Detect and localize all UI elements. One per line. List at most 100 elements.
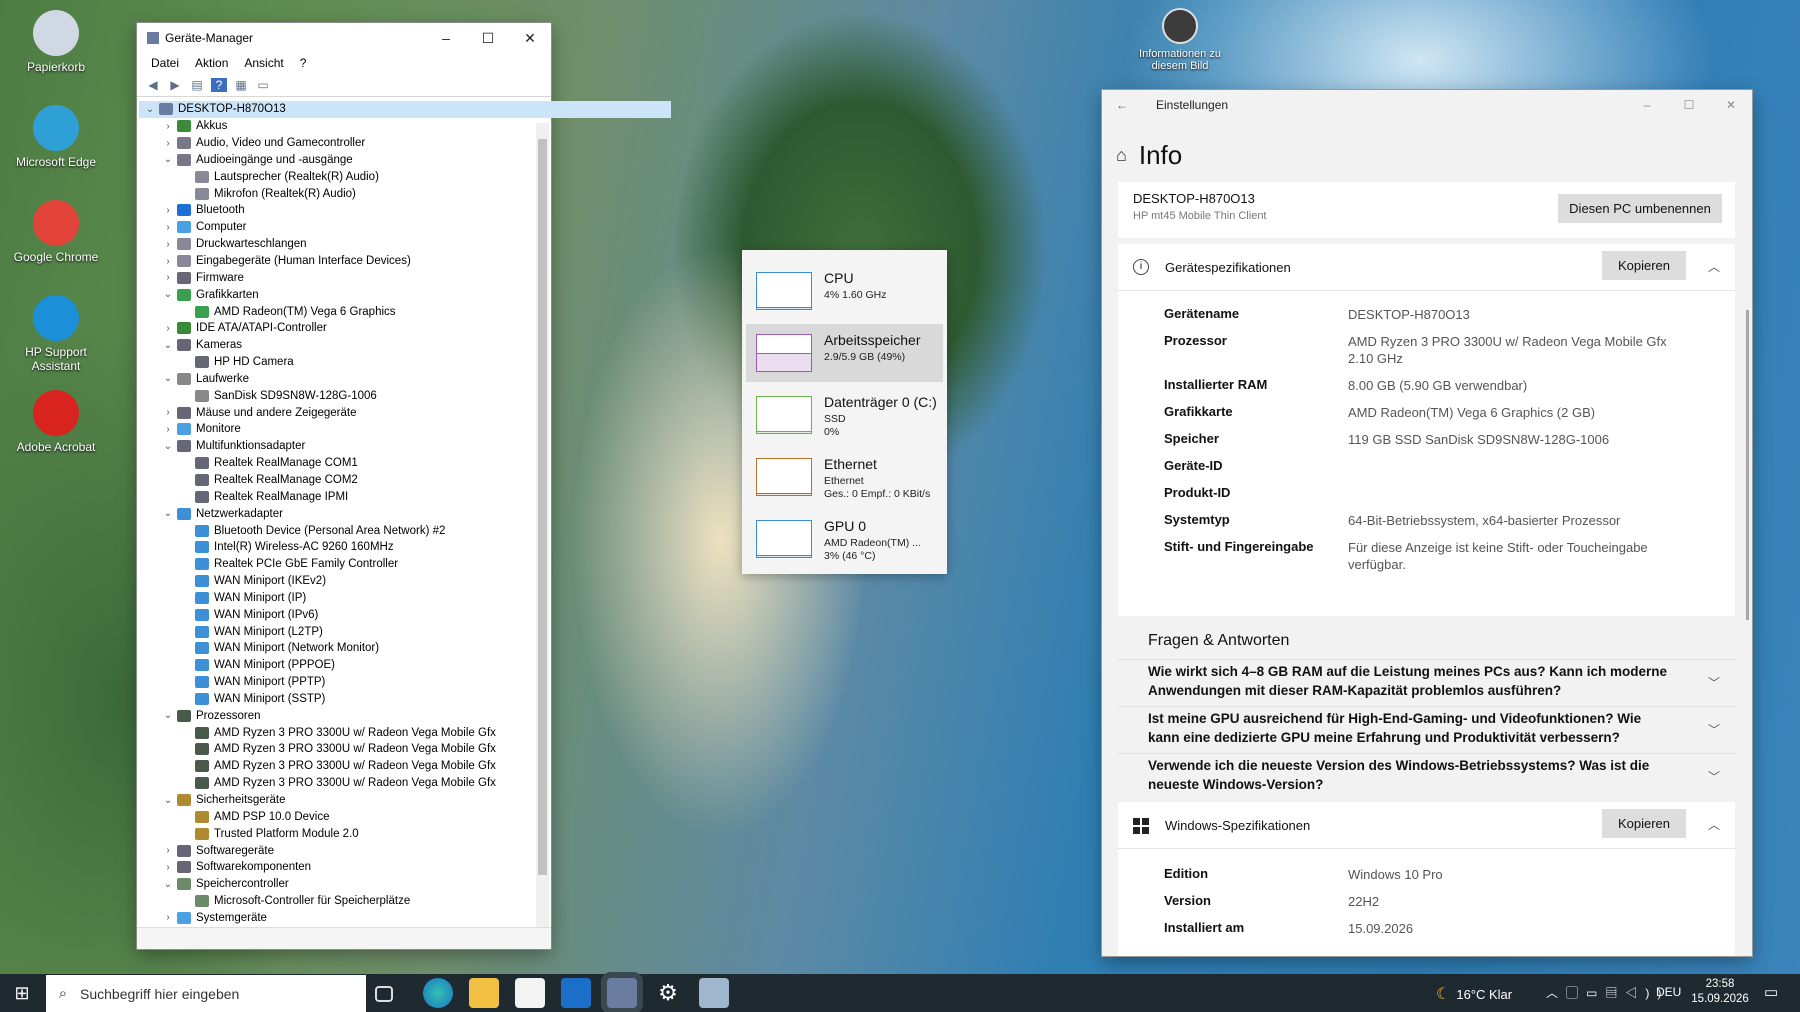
outlook-taskbar-icon[interactable] [561, 978, 591, 1008]
tree-node[interactable]: WAN Miniport (L2TP) [139, 623, 671, 640]
tree-node[interactable]: › Monitore [139, 421, 671, 438]
settings-maximize-button[interactable]: ☐ [1668, 98, 1710, 112]
copy-windows-specs-button[interactable]: Kopieren [1602, 809, 1686, 838]
tree-node[interactable]: AMD Ryzen 3 PRO 3300U w/ Radeon Vega Mob… [139, 724, 671, 741]
close-button[interactable]: ✕ [509, 30, 551, 47]
collapsed-chevron-icon[interactable]: › [161, 121, 175, 132]
expanded-chevron-icon[interactable]: ⌄ [161, 154, 175, 165]
tree-node[interactable]: SanDisk SD9SN8W-128G-1006 [139, 387, 671, 404]
rename-pc-button[interactable]: Diesen PC umbenennen [1558, 194, 1722, 223]
tree-node[interactable]: Realtek RealManage COM2 [139, 472, 671, 489]
monitor-icon[interactable]: ▭ [255, 78, 271, 92]
tree-node[interactable]: › Mäuse und andere Zeigegeräte [139, 404, 671, 421]
tree-node[interactable]: › Eingabegeräte (Human Interface Devices) [139, 253, 671, 270]
collapsed-chevron-icon[interactable]: › [161, 407, 175, 418]
performance-item[interactable]: GPU 0 AMD Radeon(TM) ... 3% (46 °C) [746, 510, 943, 568]
menu-datei[interactable]: Datei [143, 53, 187, 73]
collapsed-chevron-icon[interactable]: › [161, 205, 175, 216]
desktop-icon[interactable]: Google Chrome [6, 200, 106, 264]
tree-node[interactable]: WAN Miniport (SSTP) [139, 691, 671, 708]
tree-node[interactable]: › Druckwarteschlangen [139, 236, 671, 253]
collapse-chevron-icon[interactable]: ︿ [1708, 258, 1720, 275]
tree-node[interactable]: WAN Miniport (IP) [139, 589, 671, 606]
tree-node[interactable]: Intel(R) Wireless-AC 9260 160MHz [139, 539, 671, 556]
collapsed-chevron-icon[interactable]: › [161, 272, 175, 283]
tree-node[interactable]: WAN Miniport (PPPOE) [139, 657, 671, 674]
tree-node[interactable]: Realtek RealManage IPMI [139, 488, 671, 505]
settings-scrollbar[interactable] [1746, 310, 1749, 620]
explorer-taskbar-icon[interactable] [469, 978, 499, 1008]
copy-device-specs-button[interactable]: Kopieren [1602, 251, 1686, 280]
properties-icon[interactable]: ▤ [189, 78, 205, 92]
tree-node[interactable]: ⌄ Kameras [139, 337, 671, 354]
tree-node[interactable]: › Softwaregeräte [139, 842, 671, 859]
notification-icon[interactable]: ▭ [1764, 983, 1778, 1001]
desktop-icon[interactable]: Adobe Acrobat [6, 390, 106, 454]
desktop-icon[interactable]: Microsoft Edge [6, 105, 106, 169]
tree-node[interactable]: ⌄ Netzwerkadapter [139, 505, 671, 522]
help-icon[interactable]: ? [211, 77, 227, 92]
tree-node[interactable]: › Firmware [139, 269, 671, 286]
minimize-button[interactable]: – [425, 30, 467, 47]
collapsed-chevron-icon[interactable]: › [161, 323, 175, 334]
remote-taskbar-icon[interactable] [699, 978, 729, 1008]
expanded-chevron-icon[interactable]: ⌄ [161, 795, 175, 806]
performance-item[interactable]: Arbeitsspeicher 2.9/5.9 GB (49%) [746, 324, 943, 382]
expanded-chevron-icon[interactable]: ⌄ [161, 441, 175, 452]
tree-node[interactable]: ⌄ Grafikkarten [139, 286, 671, 303]
performance-item[interactable]: Ethernet Ethernet Ges.: 0 Empf.: 0 KBit/s [746, 448, 943, 506]
vertical-scrollbar[interactable] [536, 123, 549, 949]
tree-node[interactable]: › Audio, Video und Gamecontroller [139, 135, 671, 152]
tree-node[interactable]: › Bluetooth [139, 202, 671, 219]
tree-node[interactable]: WAN Miniport (PPTP) [139, 674, 671, 691]
tree-node[interactable]: AMD Ryzen 3 PRO 3300U w/ Radeon Vega Mob… [139, 741, 671, 758]
tree-node[interactable]: ⌄ Speichercontroller [139, 876, 671, 893]
collapsed-chevron-icon[interactable]: › [161, 222, 175, 233]
tree-node[interactable]: › Akkus [139, 118, 671, 135]
menu-help[interactable]: ? [292, 53, 315, 73]
expanded-chevron-icon[interactable]: ⌄ [161, 710, 175, 721]
scrollbar-thumb[interactable] [538, 139, 547, 875]
details-icon[interactable]: ▦ [233, 78, 249, 92]
collapsed-chevron-icon[interactable]: › [161, 239, 175, 250]
store-taskbar-icon[interactable] [515, 978, 545, 1008]
faq-question[interactable]: Ist meine GPU ausreichend für High-End-G… [1148, 709, 1668, 747]
tree-node[interactable]: AMD Radeon(TM) Vega 6 Graphics [139, 303, 671, 320]
faq-question[interactable]: Verwende ich die neueste Version des Win… [1148, 756, 1668, 794]
tray-icons[interactable]: ︿▢▭▤◁)) [1546, 984, 1669, 1001]
back-arrow-icon[interactable]: ← [1102, 98, 1142, 112]
settings-window[interactable]: ← Einstellungen – ☐ ✕ ⌂ Info DESKTOP-H87… [1102, 90, 1752, 956]
tree-node[interactable]: ⌄ Laufwerke [139, 371, 671, 388]
faq-question[interactable]: Wie wirkt sich 4–8 GB RAM auf die Leistu… [1148, 662, 1668, 700]
faq-expand-icon[interactable]: ﹀ [1708, 721, 1720, 738]
tree-node[interactable]: Bluetooth Device (Personal Area Network)… [139, 522, 671, 539]
back-icon[interactable]: ◀ [145, 78, 161, 92]
collapsed-chevron-icon[interactable]: › [161, 138, 175, 149]
menu-ansicht[interactable]: Ansicht [236, 53, 291, 73]
taskbar-search[interactable]: ⌕ Suchbegriff hier eingeben [46, 975, 366, 1012]
expanded-chevron-icon[interactable]: ⌄ [161, 373, 175, 384]
tree-node[interactable]: › Systemgeräte [139, 910, 671, 927]
collapsed-chevron-icon[interactable]: › [161, 862, 175, 873]
tree-node[interactable]: WAN Miniport (IPv6) [139, 606, 671, 623]
tree-node[interactable]: Microsoft-Controller für Speicherplätze [139, 893, 671, 910]
collapsed-chevron-icon[interactable]: › [161, 912, 175, 923]
desktop-icon[interactable]: Papierkorb [6, 10, 106, 74]
tree-node[interactable]: WAN Miniport (Network Monitor) [139, 640, 671, 657]
device-manager-window[interactable]: Geräte-Manager – ☐ ✕ Datei Aktion Ansich… [137, 23, 671, 949]
desktop-icon[interactable]: HP Support Assistant [6, 295, 106, 373]
collapsed-chevron-icon[interactable]: › [161, 845, 175, 856]
tree-node[interactable]: Lautsprecher (Realtek(R) Audio) [139, 168, 671, 185]
faq-expand-icon[interactable]: ﹀ [1708, 674, 1720, 691]
settings-close-button[interactable]: ✕ [1710, 98, 1752, 112]
tree-node[interactable]: ⌄ DESKTOP-H870O13 [139, 101, 671, 118]
tree-node[interactable]: AMD PSP 10.0 Device [139, 808, 671, 825]
expanded-chevron-icon[interactable]: ⌄ [161, 289, 175, 300]
performance-item[interactable]: Datenträger 0 (C:) SSD 0% [746, 386, 943, 444]
expanded-chevron-icon[interactable]: ⌄ [161, 508, 175, 519]
edge-taskbar-icon[interactable] [423, 978, 453, 1008]
collapsed-chevron-icon[interactable]: › [161, 256, 175, 267]
performance-item[interactable]: CPU 4% 1.60 GHz [746, 262, 943, 320]
expanded-chevron-icon[interactable]: ⌄ [161, 879, 175, 890]
settings-taskbar-icon[interactable]: ⚙ [653, 978, 683, 1008]
